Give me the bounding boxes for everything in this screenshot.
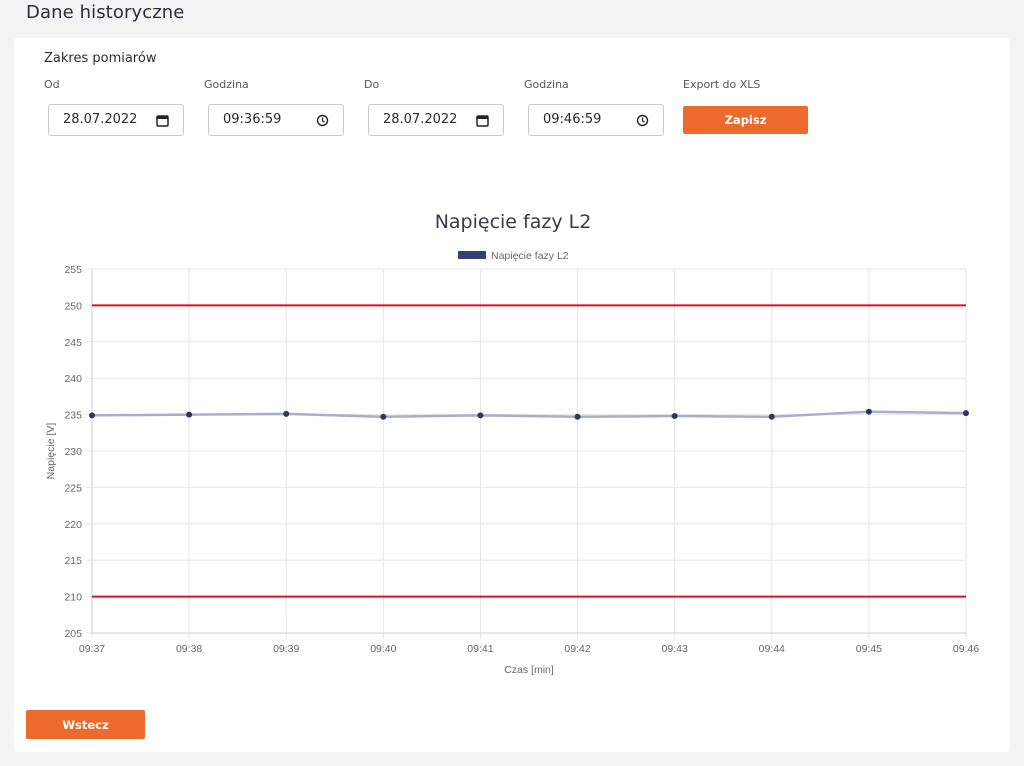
data-point xyxy=(671,413,678,420)
legend-swatch xyxy=(458,251,486,259)
page-title: Dane historyczne xyxy=(26,2,185,23)
y-tick-label: 255 xyxy=(64,264,82,276)
data-point xyxy=(865,408,872,415)
y-tick-label: 205 xyxy=(64,628,82,640)
x-tick-label: 09:42 xyxy=(564,643,590,655)
x-tick-label: 09:46 xyxy=(953,643,979,655)
y-tick-label: 210 xyxy=(64,592,82,604)
data-point xyxy=(574,413,581,420)
y-tick-label: 220 xyxy=(64,519,82,531)
data-point xyxy=(768,413,775,420)
data-point xyxy=(186,411,193,418)
data-point xyxy=(963,410,969,417)
y-tick-label: 225 xyxy=(64,482,82,494)
x-tick-label: 09:38 xyxy=(176,643,202,655)
x-tick-label: 09:40 xyxy=(370,643,396,655)
y-tick-label: 230 xyxy=(64,446,82,458)
x-tick-label: 09:44 xyxy=(759,643,785,655)
y-tick-label: 240 xyxy=(64,373,82,385)
data-point xyxy=(283,410,290,417)
x-tick-label: 09:37 xyxy=(79,643,105,655)
x-tick-label: 09:41 xyxy=(467,643,493,655)
x-axis-label: Czas [min] xyxy=(504,664,554,676)
y-tick-label: 215 xyxy=(64,555,82,567)
x-axis-ticks: 09:37 09:38 09:39 09:40 09:41 09:42 09:43 09:44… xyxy=(79,643,979,655)
back-button[interactable]: Wstecz xyxy=(26,710,145,739)
chart-title: Napięcie fazy L2 xyxy=(435,211,592,233)
history-card: Zakres pomiarów Od Godzina Do Godzina Ex… xyxy=(14,38,1010,752)
chart-grid xyxy=(86,268,967,639)
y-tick-label: 250 xyxy=(64,300,82,312)
legend-label: Napięcie fazy L2 xyxy=(491,250,569,262)
y-tick-label: 245 xyxy=(64,337,82,349)
data-point xyxy=(89,412,95,419)
y-axis-label: Napięcie [V] xyxy=(45,423,57,480)
data-point xyxy=(477,412,484,419)
y-tick-label: 235 xyxy=(64,410,82,422)
x-tick-label: 09:45 xyxy=(856,643,882,655)
voltage-chart: Napięcie fazy L2 Napięcie fazy L2 205 210… xyxy=(45,211,979,676)
data-point xyxy=(380,413,387,420)
chart-legend[interactable]: Napięcie fazy L2 xyxy=(458,250,569,262)
y-axis-ticks: 205 210 215 220 225 230 235 240 245 250 255 xyxy=(64,264,82,640)
x-tick-label: 09:43 xyxy=(662,643,688,655)
x-tick-label: 09:39 xyxy=(273,643,299,655)
